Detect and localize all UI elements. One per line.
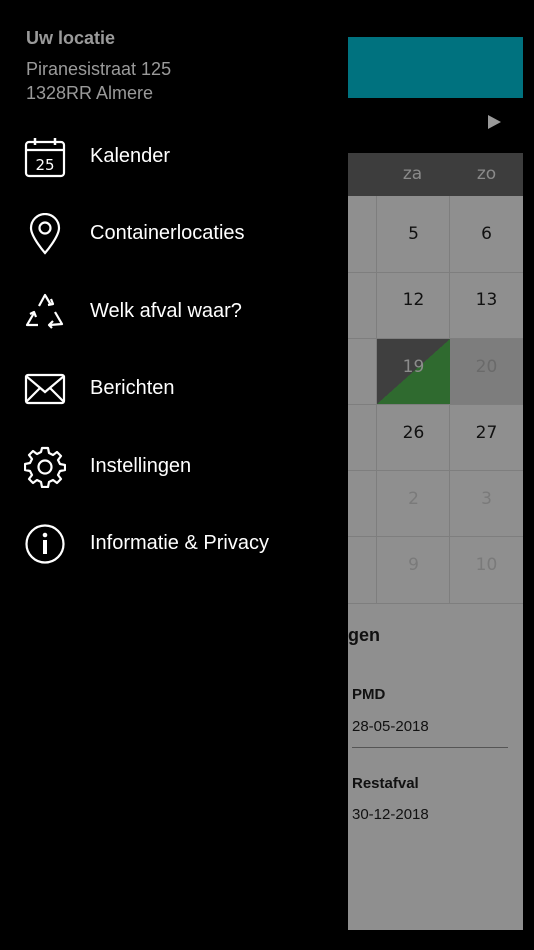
calendar-day[interactable]: 6 [450,201,523,267]
menu-item-berichten[interactable]: Berichten [0,358,348,418]
location-street: Piranesistraat 125 [26,59,172,79]
recycle-icon [25,293,64,329]
calendar-day[interactable]: 13 [450,267,523,333]
calendar-day[interactable]: 26 [377,400,450,466]
svg-text:25: 25 [35,156,54,174]
gear-icon [24,446,66,488]
menu-label: Informatie & Privacy [90,532,269,554]
menu-item-informatie-privacy[interactable]: Informatie & Privacy [0,513,348,573]
calendar-weekday-header: za zo [348,153,523,196]
calendar-day-today[interactable]: 19 [377,339,450,404]
pickup-date: 28-05-2018 [352,718,429,735]
location-title: Uw locatie [26,28,116,48]
envelope-icon [24,373,66,405]
calendar-day[interactable]: 12 [377,267,450,333]
menu-label: Berichten [90,377,175,399]
upcoming-section-title: gen [348,625,381,645]
menu-item-kalender[interactable]: 25 Kalender [0,126,348,186]
menu-label: Kalender [90,145,171,167]
menu-item-containerlocaties[interactable]: Containerlocaties [0,203,348,263]
menu-item-welk-afval-waar[interactable]: Welk afval waar? [0,281,348,341]
calendar-day[interactable]: 9 [377,532,450,598]
calendar-day[interactable]: 27 [450,400,523,466]
calendar-day[interactable]: 20 [450,339,523,404]
menu-label: Welk afval waar? [90,300,242,322]
map-pin-icon [29,213,61,255]
calendar-icon: 25 [24,138,66,178]
weekday-label: za [402,164,423,184]
pickup-type: PMD [352,686,386,703]
pickup-date: 30-12-2018 [352,806,429,823]
calendar-day[interactable]: 2 [377,466,450,532]
calendar-day[interactable]: 3 [450,466,523,532]
calendar-day[interactable]: 10 [450,532,523,598]
calendar-day[interactable]: 5 [377,201,450,267]
info-icon [25,524,65,564]
location-city: 1328RR Almere [26,83,154,103]
menu-label: Instellingen [90,455,192,477]
weekday-label: zo [476,164,497,184]
calendar-screen-background: za zo 5 6 12 13 19 20 26 27 2 3 9 10 gen… [348,0,534,950]
next-month-icon[interactable] [488,115,501,129]
menu-label: Containerlocaties [90,222,245,244]
navigation-drawer: Uw locatie Piranesistraat 125 1328RR Alm… [0,0,348,950]
menu-item-instellingen[interactable]: Instellingen [0,436,348,496]
divider [352,747,508,748]
header-banner [348,37,523,98]
pickup-type: Restafval [352,775,419,792]
